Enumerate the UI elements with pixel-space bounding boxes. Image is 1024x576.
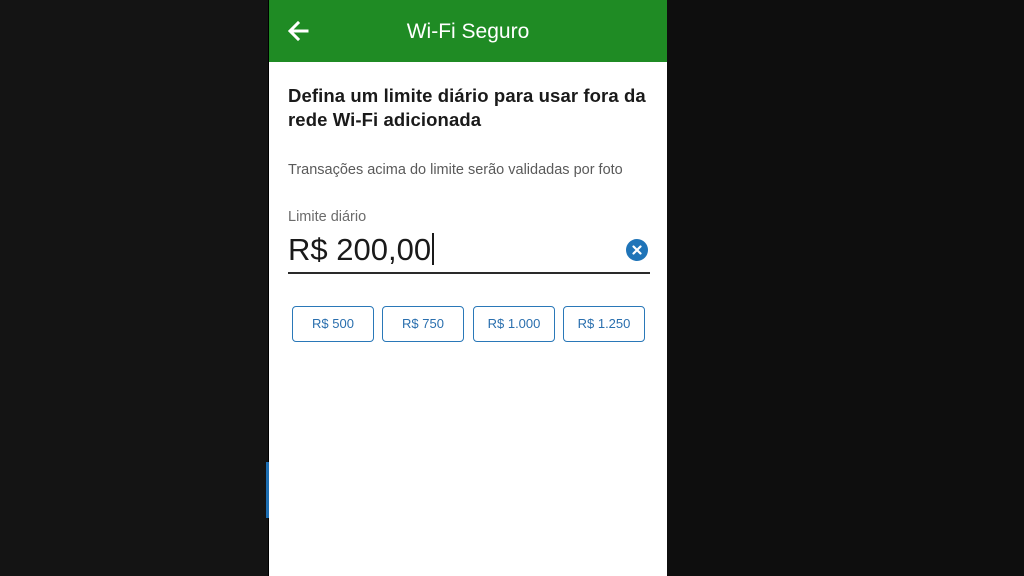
quick-amount-750-button[interactable]: R$ 750 <box>382 306 464 342</box>
daily-limit-value: R$ 200,00 <box>288 232 432 267</box>
app-bar: Wi-Fi Seguro <box>269 0 667 62</box>
instruction-heading: Defina um limite diário para usar fora d… <box>288 85 646 130</box>
background-right-panel <box>667 0 1024 576</box>
back-button[interactable] <box>283 16 313 46</box>
page-title: Wi-Fi Seguro <box>406 20 530 43</box>
background-left-panel <box>0 0 268 576</box>
clear-button[interactable] <box>626 239 648 261</box>
quick-amount-1000-button[interactable]: R$ 1.000 <box>473 306 555 342</box>
quick-amount-500-button[interactable]: R$ 500 <box>292 306 374 342</box>
daily-limit-input[interactable]: R$ 200,00 <box>288 230 435 270</box>
quick-amount-options: R$ 500 R$ 750 R$ 1.000 R$ 1.250 <box>292 306 652 342</box>
quick-amount-1250-button[interactable]: R$ 1.250 <box>563 306 645 342</box>
limit-field-label: Limite diário <box>288 209 367 225</box>
app-screen: Wi-Fi Seguro Defina um limite diário par… <box>269 0 667 576</box>
instruction-subtitle: Transações acima do limite serão validad… <box>288 162 623 178</box>
daily-limit-field[interactable]: R$ 200,00 <box>288 228 650 274</box>
text-caret <box>432 233 435 265</box>
arrow-left-icon <box>287 21 309 41</box>
clear-circle-icon <box>632 245 642 255</box>
